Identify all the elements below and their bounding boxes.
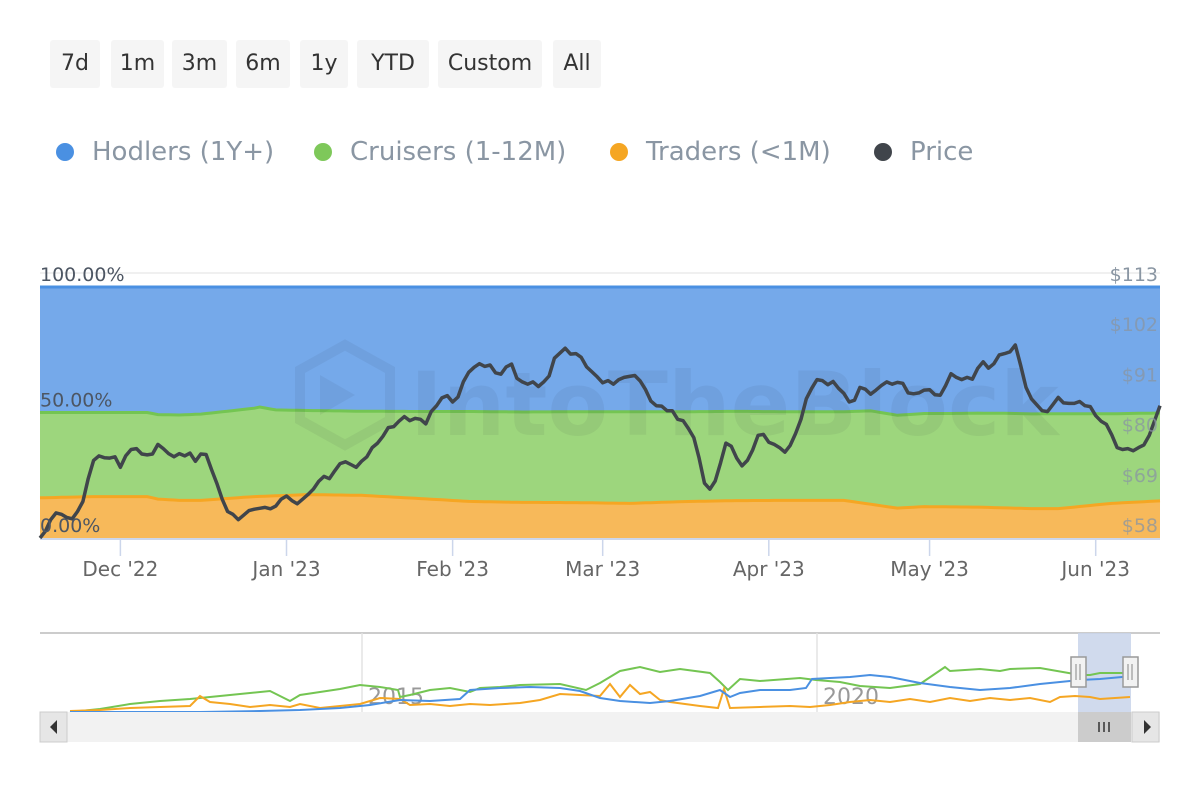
scrollbar-track[interactable] [40, 712, 1160, 742]
navigator-label-2020: 2020 [823, 685, 879, 710]
right-axis-label: $113 [1110, 264, 1158, 286]
right-axis-label: $69 [1122, 465, 1158, 487]
watermark: IntoTheBlock [295, 339, 1061, 456]
x-axis-label: Jan '23 [250, 557, 320, 581]
right-axis-label: $58 [1122, 515, 1158, 537]
left-axis-label: 50.00% [40, 390, 112, 412]
x-axis: Dec '22 Jan '23 Feb '23 Mar '23 Apr '23 May '… [82, 540, 1130, 581]
watermark-text: IntoTheBlock [410, 353, 1061, 456]
x-axis-label: Dec '22 [82, 557, 158, 581]
navigator-handle-left[interactable] [1070, 656, 1087, 688]
scrollbar-thumb[interactable] [1078, 712, 1131, 742]
left-axis-label: 100.00% [40, 264, 125, 286]
right-axis-label: $91 [1122, 364, 1158, 386]
navigator[interactable]: 2015 2020 [0, 628, 1200, 748]
x-axis-label: Jun '23 [1059, 557, 1130, 581]
scrollbar-left-arrow-button[interactable] [39, 711, 68, 743]
x-axis-label: Feb '23 [416, 557, 489, 581]
x-axis-label: Apr '23 [733, 557, 805, 581]
left-axis-label: 0.00% [40, 515, 100, 537]
right-axis-label: $80 [1122, 415, 1158, 437]
x-axis-label: May '23 [890, 557, 969, 581]
navigator-handle-right[interactable] [1122, 656, 1139, 688]
right-axis-label: $102 [1110, 314, 1158, 336]
scrollbar-right-arrow-button[interactable] [1131, 711, 1160, 743]
navigator-line-hodlers [70, 673, 1130, 713]
x-axis-label: Mar '23 [565, 557, 640, 581]
main-chart[interactable]: IntoTheBlock 0.00% 50.00% 100.00% $58 $69 $8… [0, 0, 1200, 600]
